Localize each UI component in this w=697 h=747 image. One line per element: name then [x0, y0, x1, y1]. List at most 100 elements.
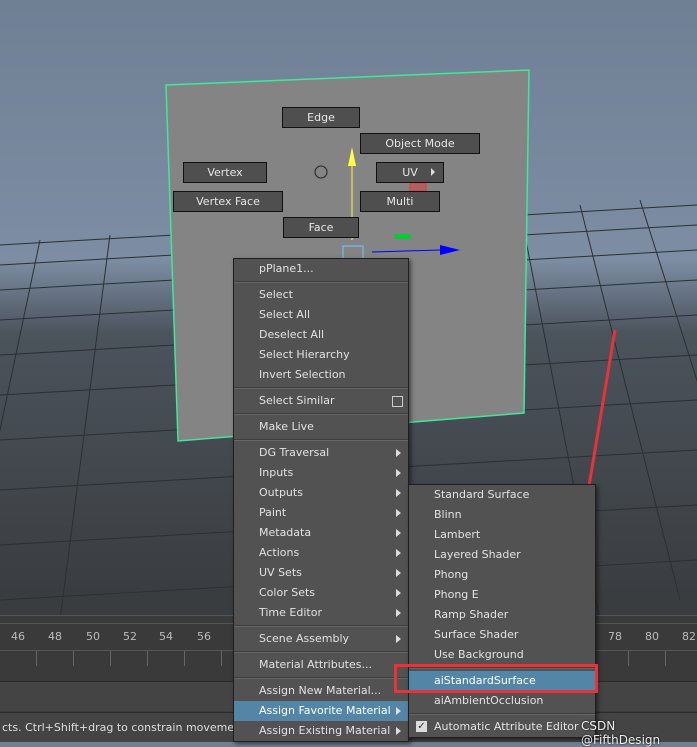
- mm-face[interactable]: Face: [283, 217, 359, 238]
- menu-separator: [234, 387, 408, 389]
- submenu-arrow-icon: [396, 449, 401, 457]
- mm-vertex[interactable]: Vertex: [183, 162, 267, 183]
- chevron-right-icon: [431, 168, 435, 176]
- mm-uv[interactable]: UV: [376, 162, 444, 183]
- menu-item-inputs[interactable]: Inputs: [234, 463, 408, 483]
- submenu-item-ramp-shader[interactable]: Ramp Shader: [409, 605, 595, 625]
- menu-separator: [234, 439, 408, 441]
- option-box-icon[interactable]: [392, 396, 403, 407]
- menu-item-label: Material Attributes...: [259, 658, 372, 671]
- submenu-item-standard-surface[interactable]: Standard Surface: [409, 485, 595, 505]
- menu-item-actions[interactable]: Actions: [234, 543, 408, 563]
- submenu-arrow-icon: [396, 469, 401, 477]
- menu-separator: [234, 677, 408, 679]
- menu-item-label: Deselect All: [259, 328, 325, 341]
- menu-separator: [234, 651, 408, 653]
- menu-item-scene-assembly[interactable]: Scene Assembly: [234, 629, 408, 649]
- mm-multi[interactable]: Multi: [360, 191, 440, 212]
- menu-separator: [409, 713, 595, 715]
- submenu-arrow-icon: [396, 529, 401, 537]
- submenu-arrow-icon: [396, 635, 401, 643]
- tick-label: 82: [682, 630, 696, 643]
- menu-separator: [234, 625, 408, 627]
- submenu-item-surface-shader[interactable]: Surface Shader: [409, 625, 595, 645]
- watermark: CSDN @FifthDesign: [581, 719, 661, 747]
- submenu-item-blinn[interactable]: Blinn: [409, 505, 595, 525]
- submenu-item-lambert[interactable]: Lambert: [409, 525, 595, 545]
- menu-item-label: Metadata: [259, 526, 312, 539]
- menu-item-paint[interactable]: Paint: [234, 503, 408, 523]
- submenu-arrow-icon: [396, 727, 401, 735]
- submenu-item-use-background[interactable]: Use Background: [409, 645, 595, 665]
- menu-item-select-similar[interactable]: Select Similar: [234, 391, 408, 411]
- menu-item-invert-selection[interactable]: Invert Selection: [234, 365, 408, 385]
- submenu-arrow-icon: [396, 609, 401, 617]
- submenu-arrow-icon: [396, 707, 401, 715]
- tick-label: 80: [645, 630, 659, 643]
- menu-item-label: Scene Assembly: [259, 632, 350, 645]
- submenu-item-phong-e[interactable]: Phong E: [409, 585, 595, 605]
- tick-label: 52: [123, 630, 137, 643]
- favorite-material-submenu: Standard Surface Blinn Lambert Layered Shad…: [408, 484, 596, 738]
- context-menu: pPlane1... Select Select All Deselect All S…: [233, 258, 409, 742]
- menu-item-label: Select Similar: [259, 394, 335, 407]
- automatic-attribute-editor-toggle[interactable]: ✓ Automatic Attribute Editor: [409, 717, 595, 737]
- submenu-arrow-icon: [396, 489, 401, 497]
- menu-item-color-sets[interactable]: Color Sets: [234, 583, 408, 603]
- menu-item-label: Time Editor: [259, 606, 322, 619]
- submenu-arrow-icon: [396, 569, 401, 577]
- menu-item-label: Actions: [259, 546, 300, 559]
- menu-item-label: Invert Selection: [259, 368, 346, 381]
- checkbox-checked-icon[interactable]: ✓: [416, 721, 427, 732]
- move-plane-handle[interactable]: [395, 234, 411, 239]
- menu-item-assign-existing-material[interactable]: Assign Existing Material: [234, 721, 408, 741]
- annotation-highlight-box: [394, 664, 598, 693]
- menu-item-select[interactable]: Select: [234, 285, 408, 305]
- menu-item-label: Assign Favorite Material: [259, 704, 391, 717]
- menu-item-label: Select Hierarchy: [259, 348, 350, 361]
- menu-item-time-editor[interactable]: Time Editor: [234, 603, 408, 623]
- menu-item-make-live[interactable]: Make Live: [234, 417, 408, 437]
- menu-separator: [234, 413, 408, 415]
- menu-item-label: Assign New Material...: [259, 684, 382, 697]
- menu-item-label: Select All: [259, 308, 311, 321]
- submenu-item-layered-shader[interactable]: Layered Shader: [409, 545, 595, 565]
- menu-item-dg-traversal[interactable]: DG Traversal: [234, 443, 408, 463]
- menu-item-label: Outputs: [259, 486, 303, 499]
- submenu-arrow-icon: [396, 549, 401, 557]
- tick-label: 46: [11, 630, 25, 643]
- menu-item-select-hierarchy[interactable]: Select Hierarchy: [234, 345, 408, 365]
- menu-item-assign-new-material[interactable]: Assign New Material...: [234, 681, 408, 701]
- menu-item-uv-sets[interactable]: UV Sets: [234, 563, 408, 583]
- menu-item-label: DG Traversal: [259, 446, 330, 459]
- submenu-item-aiambientocclusion[interactable]: aiAmbientOcclusion: [409, 691, 595, 711]
- menu-item-label: Select: [259, 288, 293, 301]
- menu-item-label: UV Sets: [259, 566, 302, 579]
- menu-item-label: Inputs: [259, 466, 294, 479]
- menu-item-deselect-all[interactable]: Deselect All: [234, 325, 408, 345]
- menu-item-label: Paint: [259, 506, 287, 519]
- move-x-handle[interactable]: [409, 182, 427, 192]
- tick-label: 56: [197, 630, 211, 643]
- menu-item-metadata[interactable]: Metadata: [234, 523, 408, 543]
- mm-uv-label: UV: [402, 166, 418, 179]
- tick-label: 54: [159, 630, 173, 643]
- checkbox-label: Automatic Attribute Editor: [434, 720, 579, 733]
- mm-edge[interactable]: Edge: [282, 107, 360, 128]
- menu-item-label: Make Live: [259, 420, 314, 433]
- submenu-item-phong[interactable]: Phong: [409, 565, 595, 585]
- tick-label: 50: [86, 630, 100, 643]
- menu-item-material-attributes[interactable]: Material Attributes...: [234, 655, 408, 675]
- menu-item-select-all[interactable]: Select All: [234, 305, 408, 325]
- menu-title[interactable]: pPlane1...: [234, 259, 408, 279]
- submenu-arrow-icon: [396, 509, 401, 517]
- tick-label: 78: [608, 630, 622, 643]
- tick-label: 48: [48, 630, 62, 643]
- mm-object-mode[interactable]: Object Mode: [360, 133, 480, 154]
- menu-item-assign-favorite-material[interactable]: Assign Favorite Material: [234, 701, 408, 721]
- menu-item-label: Assign Existing Material: [259, 724, 391, 737]
- submenu-arrow-icon: [396, 589, 401, 597]
- menu-item-outputs[interactable]: Outputs: [234, 483, 408, 503]
- mm-vertex-face[interactable]: Vertex Face: [173, 191, 283, 212]
- menu-item-label: Color Sets: [259, 586, 316, 599]
